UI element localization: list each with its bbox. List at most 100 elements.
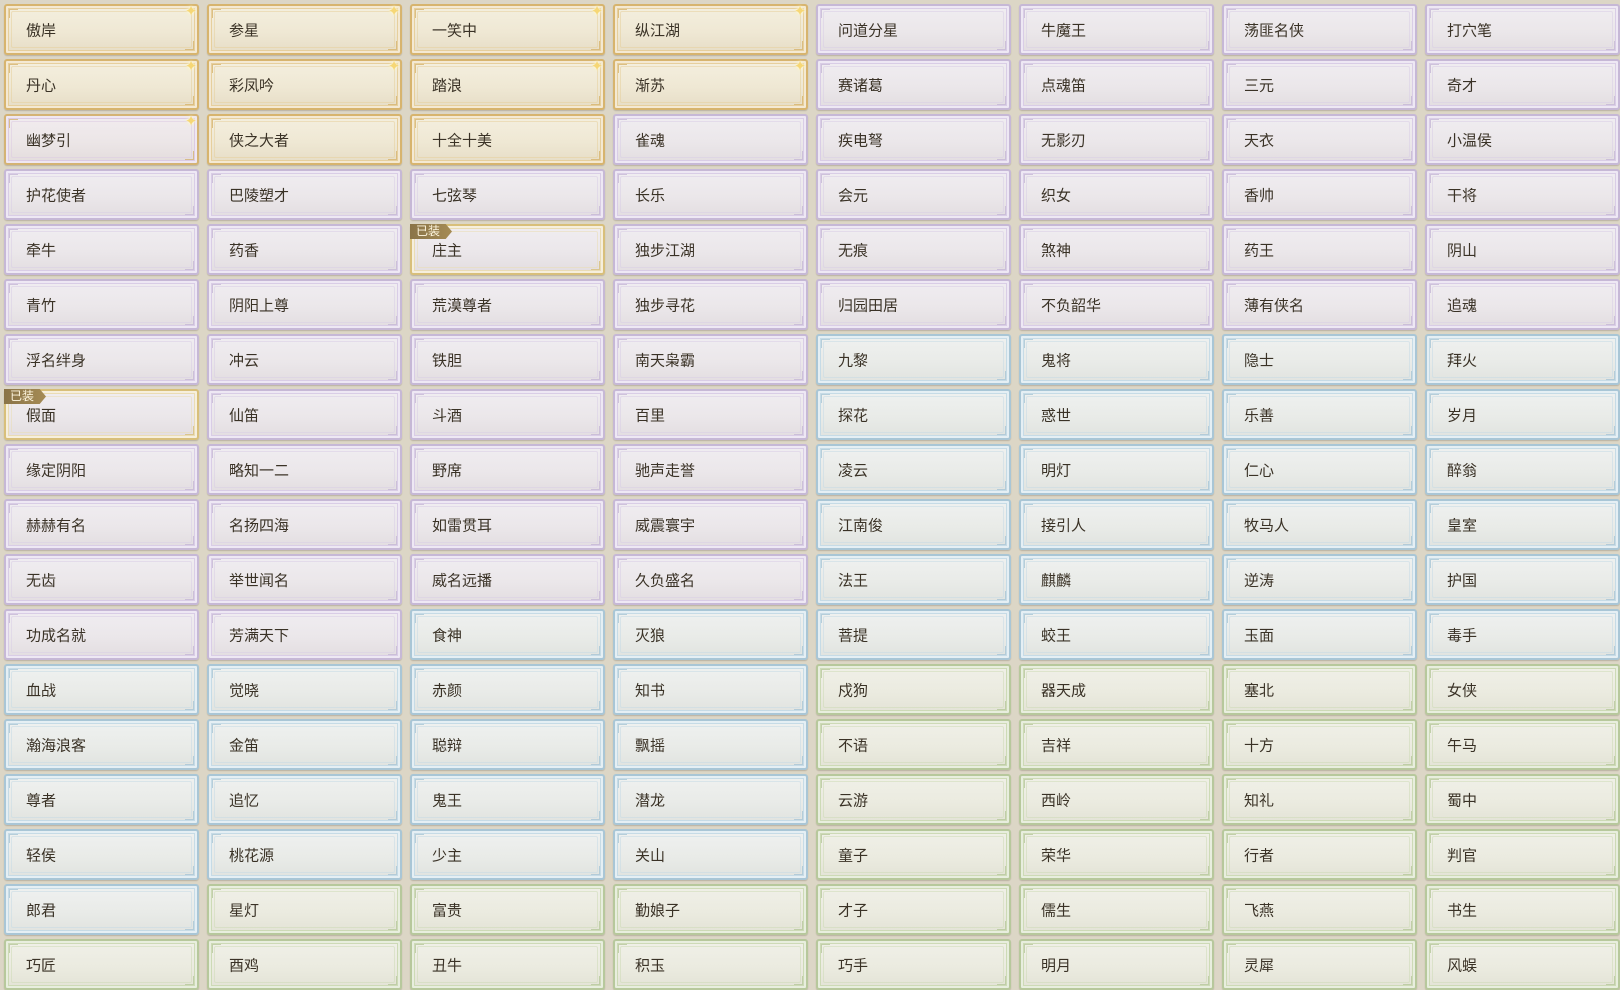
title-card[interactable]: 江南俊 — [816, 499, 1011, 550]
title-card[interactable]: 星灯 — [207, 884, 402, 935]
title-card[interactable]: 积玉 — [613, 939, 808, 990]
title-card[interactable]: 明月 — [1019, 939, 1214, 990]
title-card[interactable]: 知书 — [613, 664, 808, 715]
title-card[interactable]: 桃花源 — [207, 829, 402, 880]
title-card[interactable]: 护国 — [1425, 554, 1620, 605]
title-card[interactable]: 凌云 — [816, 444, 1011, 495]
title-card[interactable]: 假面 已装 — [4, 389, 199, 440]
title-card[interactable]: 铁胆 — [410, 334, 605, 385]
title-card[interactable]: 打穴笔 — [1425, 4, 1620, 55]
title-card[interactable]: 阴山 — [1425, 224, 1620, 275]
title-card[interactable]: 惑世 — [1019, 389, 1214, 440]
title-card[interactable]: 仁心 — [1222, 444, 1417, 495]
title-card[interactable]: 一笑中 ✦ — [410, 3, 605, 55]
title-card[interactable]: 荡匪名侠 — [1222, 4, 1417, 55]
title-card[interactable]: 儒生 — [1019, 884, 1214, 935]
title-card[interactable]: 疾电弩 — [816, 114, 1011, 165]
title-card[interactable]: 干将 — [1425, 169, 1620, 220]
title-card[interactable]: 野席 — [410, 444, 605, 495]
title-card[interactable]: 侠之大者 — [207, 114, 402, 165]
title-card[interactable]: 独步寻花 — [613, 279, 808, 330]
title-card[interactable]: 彩凤吟 ✦ — [207, 58, 402, 110]
title-card[interactable]: 拜火 — [1425, 334, 1620, 385]
title-card[interactable]: 傲岸 ✦ — [4, 3, 199, 55]
title-card[interactable]: 轻侯 — [4, 829, 199, 880]
title-card[interactable]: 血战 — [4, 664, 199, 715]
title-card[interactable]: 三元 — [1222, 59, 1417, 110]
title-card[interactable]: 岁月 — [1425, 389, 1620, 440]
title-card[interactable]: 隐士 — [1222, 334, 1417, 385]
title-card[interactable]: 药香 — [207, 224, 402, 275]
title-card[interactable]: 鬼将 — [1019, 334, 1214, 385]
title-card[interactable]: 斗酒 — [410, 389, 605, 440]
title-card[interactable]: 追忆 — [207, 774, 402, 825]
title-card[interactable]: 赫赫有名 — [4, 499, 199, 550]
title-card[interactable]: 长乐 — [613, 169, 808, 220]
title-card[interactable]: 灵犀 — [1222, 939, 1417, 990]
title-card[interactable]: 少主 — [410, 829, 605, 880]
title-card[interactable]: 荒漠尊者 — [410, 279, 605, 330]
title-card[interactable]: 踏浪 ✦ — [410, 58, 605, 110]
title-card[interactable]: 奇才 — [1425, 59, 1620, 110]
title-card[interactable]: 接引人 — [1019, 499, 1214, 550]
title-card[interactable]: 瀚海浪客 — [4, 719, 199, 770]
title-card[interactable]: 如雷贯耳 — [410, 499, 605, 550]
title-card[interactable]: 尊者 — [4, 774, 199, 825]
title-card[interactable]: 童子 — [816, 829, 1011, 880]
title-card[interactable]: 十全十美 — [410, 114, 605, 165]
title-card[interactable]: 西岭 — [1019, 774, 1214, 825]
title-card[interactable]: 关山 — [613, 829, 808, 880]
title-card[interactable]: 织女 — [1019, 169, 1214, 220]
title-card[interactable]: 蛟王 — [1019, 609, 1214, 660]
title-card[interactable]: 十方 — [1222, 719, 1417, 770]
title-card[interactable]: 参星 ✦ — [207, 3, 402, 55]
title-card[interactable]: 勤娘子 — [613, 884, 808, 935]
title-card[interactable]: 潜龙 — [613, 774, 808, 825]
title-card[interactable]: 探花 — [816, 389, 1011, 440]
title-card[interactable]: 吉祥 — [1019, 719, 1214, 770]
title-card[interactable]: 不语 — [816, 719, 1011, 770]
title-card[interactable]: 独步江湖 — [613, 224, 808, 275]
title-card[interactable]: 聪辩 — [410, 719, 605, 770]
title-card[interactable]: 威名远播 — [410, 554, 605, 605]
title-card[interactable]: 巴陵塑才 — [207, 169, 402, 220]
title-card[interactable]: 逆涛 — [1222, 554, 1417, 605]
title-card[interactable]: 薄有侠名 — [1222, 279, 1417, 330]
title-card[interactable]: 郎君 — [4, 884, 199, 935]
title-card[interactable]: 香帅 — [1222, 169, 1417, 220]
title-card[interactable]: 戍狗 — [816, 664, 1011, 715]
title-card[interactable]: 冲云 — [207, 334, 402, 385]
title-card[interactable]: 麒麟 — [1019, 554, 1214, 605]
title-card[interactable]: 毒手 — [1425, 609, 1620, 660]
title-card[interactable]: 纵江湖 ✦ — [613, 3, 808, 55]
title-card[interactable]: 渐苏 ✦ — [613, 58, 808, 110]
title-card[interactable]: 阴阳上尊 — [207, 279, 402, 330]
title-card[interactable]: 玉面 — [1222, 609, 1417, 660]
title-card[interactable]: 牧马人 — [1222, 499, 1417, 550]
title-card[interactable]: 判官 — [1425, 829, 1620, 880]
title-card[interactable]: 南天枭霸 — [613, 334, 808, 385]
title-card[interactable]: 赤颜 — [410, 664, 605, 715]
title-card[interactable]: 赛诸葛 — [816, 59, 1011, 110]
title-card[interactable]: 午马 — [1425, 719, 1620, 770]
title-card[interactable]: 护花使者 — [4, 169, 199, 220]
title-card[interactable]: 不负韶华 — [1019, 279, 1214, 330]
title-card[interactable]: 金笛 — [207, 719, 402, 770]
title-card[interactable]: 追魂 — [1425, 279, 1620, 330]
title-card[interactable]: 名扬四海 — [207, 499, 402, 550]
title-card[interactable]: 仙笛 — [207, 389, 402, 440]
title-card[interactable]: 明灯 — [1019, 444, 1214, 495]
title-card[interactable]: 丑牛 — [410, 939, 605, 990]
title-card[interactable]: 雀魂 — [613, 114, 808, 165]
title-card[interactable]: 九黎 — [816, 334, 1011, 385]
title-card[interactable]: 荣华 — [1019, 829, 1214, 880]
title-card[interactable]: 巧手 — [816, 939, 1011, 990]
title-card[interactable]: 食神 — [410, 609, 605, 660]
title-card[interactable]: 七弦琴 — [410, 169, 605, 220]
title-card[interactable]: 牛魔王 — [1019, 4, 1214, 55]
title-card[interactable]: 巧匠 — [4, 939, 199, 990]
title-card[interactable]: 归园田居 — [816, 279, 1011, 330]
title-card[interactable]: 塞北 — [1222, 664, 1417, 715]
title-card[interactable]: 鬼王 — [410, 774, 605, 825]
title-card[interactable]: 皇室 — [1425, 499, 1620, 550]
